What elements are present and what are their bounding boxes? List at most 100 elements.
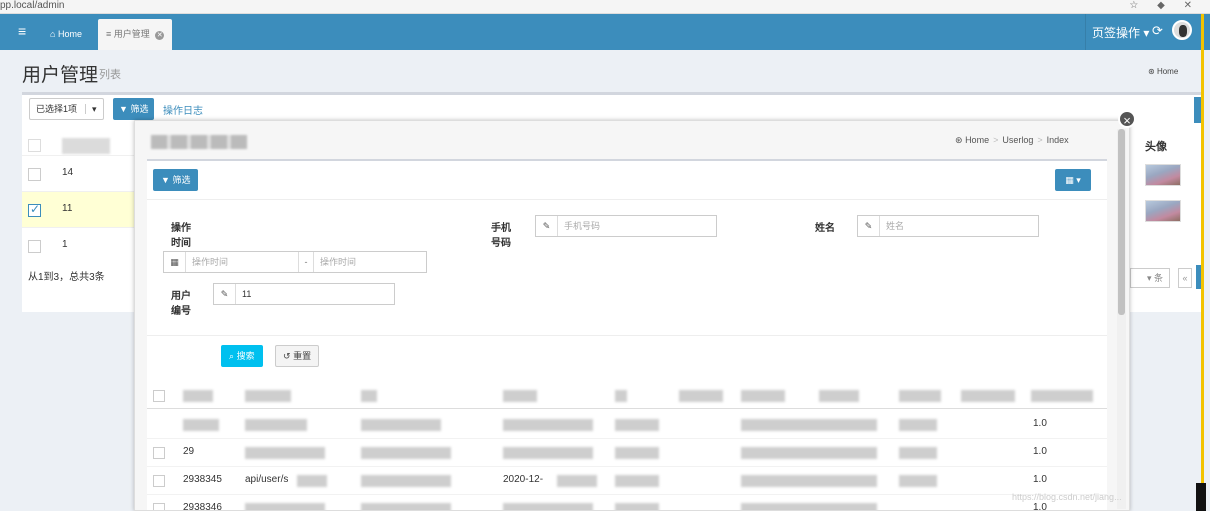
blurred-cell [503, 419, 593, 431]
table-row[interactable]: 2938345 api/user/s 2020-12- 1.0 [147, 467, 1107, 495]
filter-icon: ▼ [161, 175, 170, 185]
modal-filter-button[interactable]: ▼ 筛选 [153, 169, 199, 191]
reset-label: 重置 [293, 351, 312, 361]
blurred-cell [361, 447, 451, 459]
nav-separator [1085, 14, 1086, 50]
version-cell: 1.0 [1033, 446, 1047, 457]
page-size-select[interactable]: ▾ 条 [1130, 268, 1170, 288]
pencil-icon: ✎ [214, 284, 236, 304]
page-title: 用户管理 [22, 65, 99, 86]
tab-user-management[interactable]: ≡ 用户管理 ✕ [98, 19, 173, 50]
blurred-cell [615, 503, 659, 510]
op-time-end-input[interactable]: 操作时间 [314, 257, 356, 267]
row-id: 14 [62, 167, 74, 178]
row-checkbox[interactable] [153, 447, 165, 459]
table-row[interactable]: 29 1.0 [147, 439, 1107, 467]
name-label: 姓名 [815, 223, 835, 234]
breadcrumb[interactable]: ⊛ Home [1148, 67, 1178, 76]
table-row[interactable]: 2938346 1.0 [147, 495, 1107, 510]
name-input[interactable]: ✎ 姓名 [857, 215, 1039, 237]
blurred-header [679, 390, 723, 402]
modal-scrollbar[interactable] [1117, 129, 1126, 509]
url-text[interactable]: pp.local/admin [0, 0, 64, 11]
avatar-column-header: 头像 [1145, 141, 1167, 153]
blurred-header [741, 390, 785, 402]
page-ops-dropdown[interactable]: 页签操作 ▾ [1092, 24, 1149, 41]
browser-icons[interactable]: ☆ ◆ ✕ [1129, 0, 1200, 11]
version-cell: 1.0 [1033, 474, 1047, 485]
column-toggle-button[interactable]: ▦ ▾ [1055, 169, 1091, 191]
breadcrumb-home[interactable]: Home [965, 135, 989, 145]
select-all-checkbox[interactable] [28, 139, 41, 152]
blurred-cell [361, 475, 451, 487]
blurred-cell [361, 503, 451, 510]
list-icon: ≡ [106, 29, 112, 39]
reset-button[interactable]: ↺ 重置 [275, 345, 320, 367]
breadcrumb-index: Index [1046, 135, 1069, 145]
row-checkbox[interactable] [153, 503, 165, 510]
modal-filter-label: 筛选 [172, 175, 191, 185]
menu-toggle-icon[interactable]: ≡ [18, 23, 26, 39]
operation-log-link[interactable]: 操作日志 [163, 102, 203, 117]
tab-close-icon[interactable]: ✕ [155, 31, 165, 40]
userlog-modal: ⊛ Home > Userlog > Index ▼ 筛选 ▦ ▾ 操作时间 ▦ 操作时间… [134, 120, 1130, 511]
row-checkbox[interactable] [28, 202, 41, 217]
avatar-thumbnail[interactable] [1145, 200, 1181, 222]
search-label: 搜索 [236, 351, 255, 361]
refresh-icon[interactable]: ⟳ [1152, 23, 1163, 39]
op-time-start-input[interactable]: 操作时间 [186, 252, 298, 272]
modal-breadcrumb: ⊛ Home > Userlog > Index [955, 135, 1069, 145]
tab-home-label: Home [57, 29, 82, 39]
search-button[interactable]: ⌕ 搜索 [221, 345, 263, 367]
home-icon: ⌂ [50, 29, 56, 39]
blurred-cell [615, 447, 659, 459]
window-edge [1201, 14, 1204, 511]
table-row[interactable]: 1 [22, 227, 137, 263]
blurred-cell [503, 447, 593, 459]
page-ops-label: 页签操作 [1092, 26, 1141, 40]
table-row[interactable]: 1.0 [147, 411, 1107, 439]
blurred-cell [899, 447, 937, 459]
range-separator: - [298, 252, 314, 272]
row-checkbox[interactable] [28, 168, 41, 181]
blurred-cell [899, 419, 937, 431]
row-checkbox[interactable] [153, 475, 165, 487]
blurred-cell [245, 447, 325, 459]
selected-count-button[interactable]: 已选择1项 ▾ [29, 98, 104, 120]
table-row[interactable]: 11 [22, 191, 137, 227]
row-id: 1 [62, 239, 68, 250]
avatar-thumbnail[interactable] [1145, 164, 1181, 186]
modal-close-icon[interactable]: × [1118, 110, 1136, 128]
select-all-checkbox[interactable] [153, 390, 165, 402]
breadcrumb-userlog[interactable]: Userlog [1002, 135, 1033, 145]
cursor-mark [1196, 483, 1206, 511]
pager-prev-button[interactable]: « [1178, 268, 1192, 288]
table-row[interactable]: 14 [22, 155, 137, 191]
date-cell: 2020-12- [503, 474, 544, 485]
blurred-cell [245, 503, 325, 510]
blurred-cell [899, 475, 937, 487]
top-navbar: ≡ ⌂ Home ≡ 用户管理 ✕ 页签操作 ▾ ⟳ ⋮ [0, 14, 1210, 50]
tab-home[interactable]: ⌂ Home [42, 19, 90, 50]
blurred-header [361, 390, 377, 402]
version-cell: 1.0 [1033, 418, 1047, 429]
breadcrumb-home: Home [1156, 67, 1179, 76]
blurred-header [183, 390, 213, 402]
op-time-range[interactable]: ▦ 操作时间 - 操作时间 [163, 251, 427, 273]
scrollbar-thumb[interactable] [1118, 129, 1125, 315]
filter-button[interactable]: ▼ 筛选 [113, 98, 155, 120]
phone-input[interactable]: ✎ 手机号码 [535, 215, 717, 237]
page-size-suffix: 条 [1154, 273, 1164, 283]
user-avatar[interactable] [1172, 20, 1192, 40]
id-cell: 29 [183, 446, 195, 457]
caret-down-icon: ▾ [1143, 26, 1150, 40]
phone-placeholder: 手机号码 [564, 221, 601, 231]
row-checkbox[interactable] [28, 240, 41, 253]
page-subtitle: 列表 [99, 69, 121, 81]
user-id-input[interactable]: ✎ 11 [213, 283, 395, 305]
selected-count-label: 已选择1项 [36, 104, 78, 114]
divider [147, 199, 1107, 200]
name-placeholder: 姓名 [886, 221, 905, 231]
filter-label: 筛选 [130, 104, 149, 114]
blurred-cell [245, 419, 307, 431]
